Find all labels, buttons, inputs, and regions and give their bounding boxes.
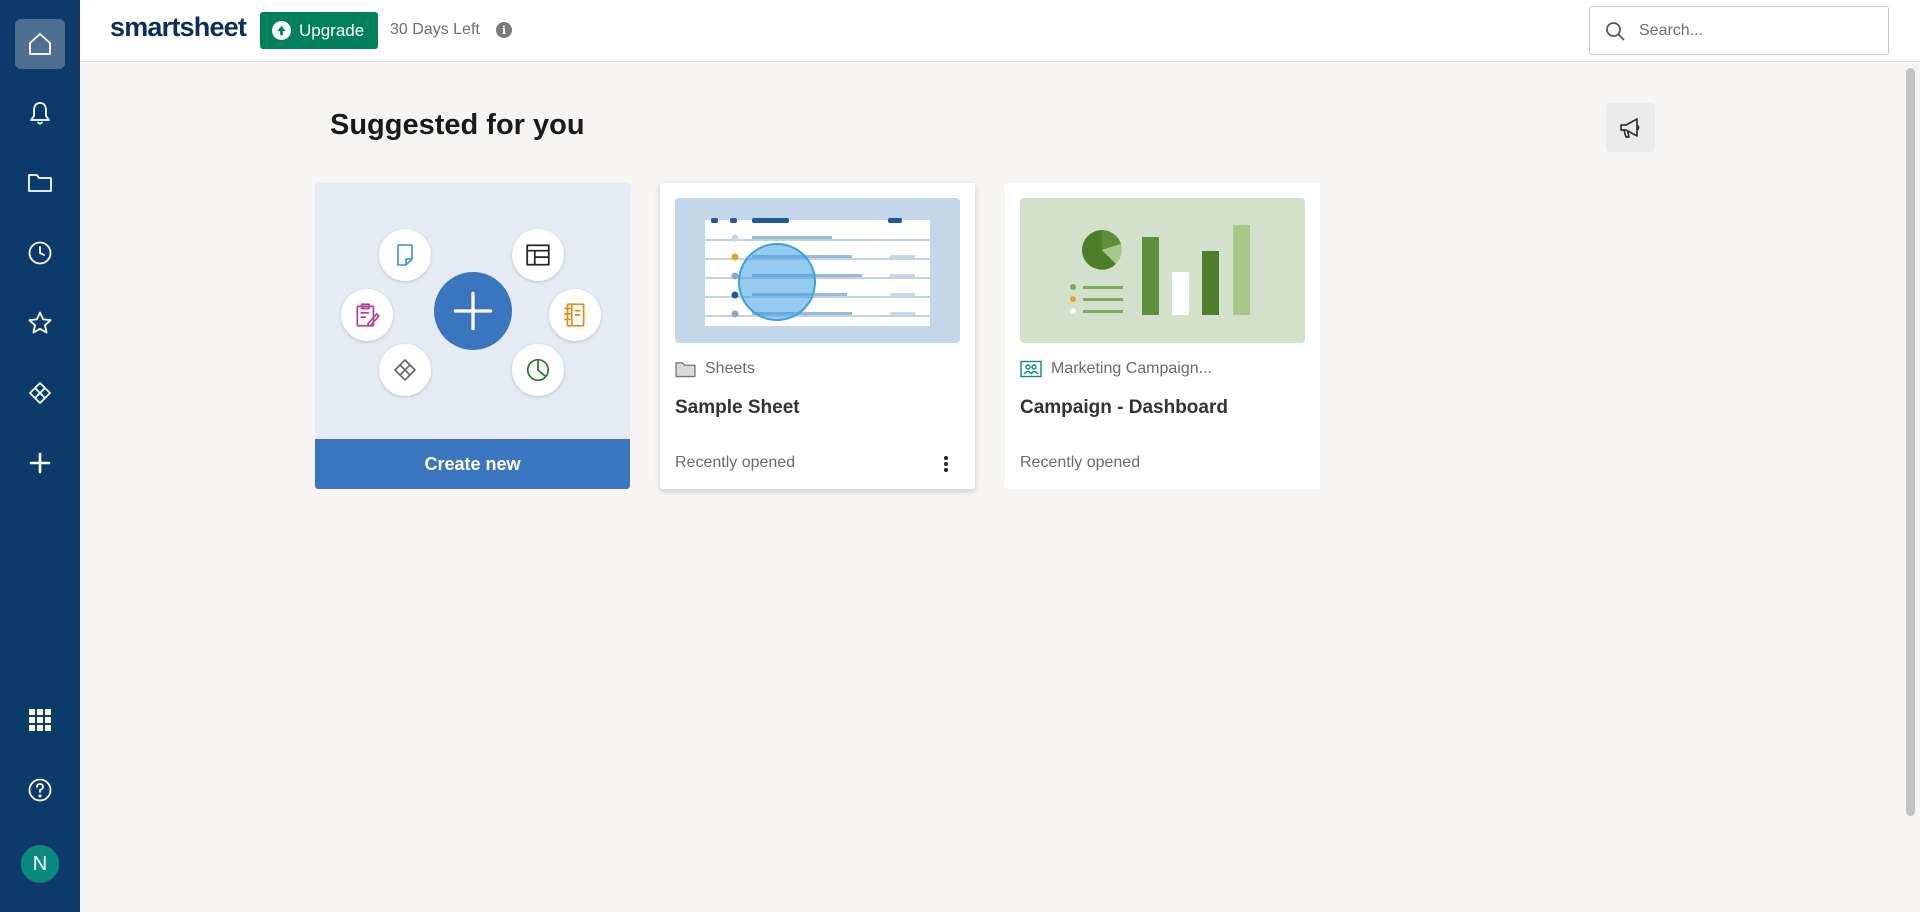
- sample-sheet-card[interactable]: Sheets Sample Sheet Recently opened: [660, 183, 975, 489]
- sidebar-recents-button[interactable]: [15, 228, 65, 278]
- upgrade-button[interactable]: Upgrade: [260, 12, 378, 49]
- more-options-icon[interactable]: [940, 453, 952, 475]
- card-location: Marketing Campaign...: [1020, 360, 1212, 378]
- user-avatar[interactable]: N: [21, 845, 59, 883]
- star-icon: [28, 311, 52, 334]
- sidebar-browse-button[interactable]: [15, 158, 65, 208]
- report-grid-icon: [512, 229, 564, 281]
- create-new-button[interactable]: Create new: [315, 439, 630, 489]
- card-title[interactable]: Campaign - Dashboard: [1020, 397, 1228, 419]
- sidebar-favorites-button[interactable]: [15, 298, 65, 348]
- bell-icon: [30, 102, 50, 125]
- info-icon[interactable]: i: [496, 22, 512, 38]
- megaphone-icon: [1619, 117, 1639, 138]
- create-plus-circle: [434, 272, 512, 350]
- card-footer: Recently opened: [1020, 454, 1141, 471]
- plus-icon: [453, 291, 493, 331]
- smartsheet-logo[interactable]: smartsheet: [110, 12, 247, 43]
- page-scrollbar[interactable]: [1906, 68, 1915, 816]
- create-new-card[interactable]: Create new: [315, 183, 630, 489]
- dashboard-chart-icon: [512, 344, 564, 396]
- search-icon: [1606, 22, 1625, 41]
- top-bar: smartsheet Upgrade 30 Days Left i: [80, 0, 1920, 62]
- card-title[interactable]: Sample Sheet: [675, 397, 800, 419]
- sidebar-create-button[interactable]: [15, 438, 65, 488]
- upgrade-arrow-icon: [272, 21, 291, 40]
- page-title: Suggested for you: [330, 109, 585, 141]
- sidebar-app-launcher-button[interactable]: [15, 695, 65, 745]
- announcements-button[interactable]: [1606, 103, 1655, 152]
- sheet-thumbnail: [675, 198, 960, 343]
- notebook-icon: [549, 289, 601, 341]
- help-icon: [28, 778, 52, 802]
- plus-icon: [29, 452, 51, 474]
- card-footer: Recently opened: [675, 454, 796, 471]
- sidebar-notifications-button[interactable]: [15, 88, 65, 138]
- avatar-initial: N: [32, 852, 48, 875]
- form-icon: [341, 289, 393, 341]
- search-input[interactable]: [1639, 17, 1869, 45]
- upgrade-label: Upgrade: [299, 20, 365, 40]
- campaign-dashboard-card[interactable]: Marketing Campaign... Campaign - Dashboa…: [1005, 183, 1320, 489]
- workapps-icon: [29, 382, 51, 404]
- folder-icon: [28, 174, 52, 192]
- clock-icon: [28, 241, 52, 265]
- search-box[interactable]: [1589, 6, 1889, 55]
- trial-days-left: 30 Days Left: [390, 21, 480, 38]
- folder-icon: [675, 361, 696, 377]
- workapps-icon: [379, 344, 431, 396]
- sidebar-home-button[interactable]: [15, 19, 65, 69]
- sidebar-workapps-button[interactable]: [15, 368, 65, 418]
- workspace-icon: [1020, 360, 1042, 378]
- card-location: Sheets: [675, 360, 755, 378]
- left-sidebar: N: [0, 0, 80, 912]
- card-location-text: Sheets: [705, 360, 755, 377]
- dashboard-thumbnail: [1020, 198, 1305, 343]
- home-icon: [29, 33, 51, 55]
- document-icon: [379, 229, 431, 281]
- card-location-text: Marketing Campaign...: [1051, 360, 1212, 377]
- sidebar-help-button[interactable]: [15, 765, 65, 815]
- grid-icon: [29, 709, 51, 731]
